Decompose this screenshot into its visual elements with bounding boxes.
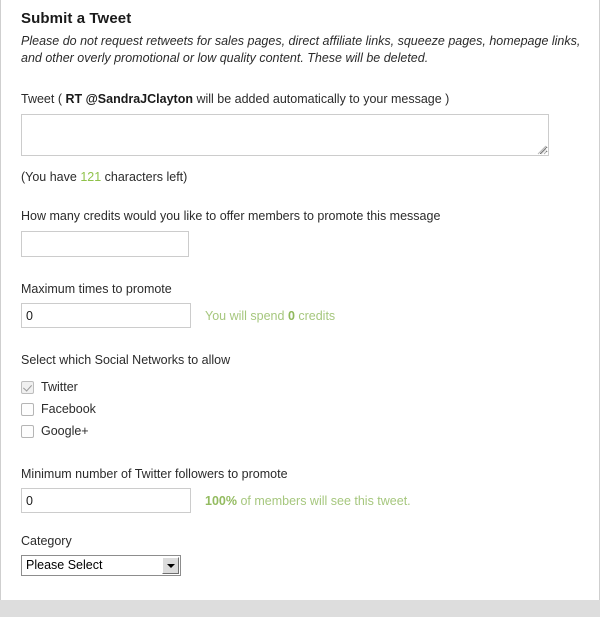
googleplus-checkbox[interactable] — [21, 424, 34, 438]
twitter-checkbox-label: Twitter — [41, 380, 78, 394]
reach-hint-suffix: of members will see this tweet. — [236, 493, 411, 508]
credits-input[interactable] — [21, 231, 189, 257]
checkbox-row-twitter[interactable]: Twitter — [21, 376, 581, 398]
facebook-checkbox[interactable] — [21, 402, 34, 416]
tweet-label-suffix: will be added automatically to your mess… — [192, 92, 450, 106]
spend-hint-suffix: credits — [294, 308, 336, 323]
tweet-label: Tweet ( RT @SandraJClayton will be added… — [21, 91, 581, 107]
checkbox-row-facebook[interactable]: Facebook — [21, 398, 581, 420]
max-times-row: You will spend 0 credits — [21, 303, 581, 328]
tweet-label-prefix: Tweet ( — [21, 92, 66, 106]
counter-prefix: (You have — [21, 170, 81, 184]
googleplus-checkbox-label: Google+ — [41, 424, 89, 438]
credits-spend-hint: You will spend 0 credits — [205, 309, 335, 323]
followers-field-group: Minimum number of Twitter followers to p… — [21, 466, 581, 513]
credits-label: How many credits would you like to offer… — [21, 209, 441, 223]
social-networks-label: Select which Social Networks to allow — [21, 353, 231, 367]
spend-hint-prefix: You will spend — [205, 308, 288, 323]
tweet-field-group: Tweet ( RT @SandraJClayton will be added… — [21, 91, 581, 184]
followers-reach-hint: 100% of members will see this tweet. — [205, 494, 411, 508]
followers-row: 100% of members will see this tweet. — [21, 488, 581, 513]
intro-text: Please do not request retweets for sales… — [21, 34, 581, 65]
checkbox-row-googleplus[interactable]: Google+ — [21, 420, 581, 442]
counter-suffix: characters left) — [101, 170, 188, 184]
chevron-down-icon[interactable] — [162, 557, 179, 574]
tweet-textarea-wrapper — [21, 114, 549, 156]
reach-percent: 100% — [205, 493, 237, 508]
facebook-checkbox-label: Facebook — [41, 402, 96, 416]
tweet-input[interactable] — [21, 114, 549, 156]
spend-hint-value: 0 — [287, 308, 295, 323]
social-networks-field-group: Select which Social Networks to allow Tw… — [21, 352, 581, 442]
social-networks-list: Twitter Facebook Google+ — [21, 376, 581, 442]
tweet-handle: RT @SandraJClayton — [65, 92, 193, 106]
followers-input[interactable] — [21, 488, 191, 513]
page-frame: Submit a Tweet Please do not request ret… — [0, 0, 600, 600]
category-field-group: Category Please Select — [21, 533, 581, 576]
bottom-spacer — [21, 576, 581, 594]
tweet-input-row — [21, 114, 581, 161]
category-select[interactable]: Please Select — [21, 555, 181, 576]
max-times-field-group: Maximum times to promote You will spend … — [21, 281, 581, 328]
category-selected-value: Please Select — [26, 558, 103, 572]
category-label: Category — [21, 534, 72, 548]
page-title: Submit a Tweet — [21, 10, 132, 27]
credits-field-group: How many credits would you like to offer… — [21, 208, 581, 257]
twitter-checkbox[interactable] — [21, 380, 34, 394]
max-times-label: Maximum times to promote — [21, 282, 172, 296]
max-times-input[interactable] — [21, 303, 191, 328]
character-counter: (You have 121 characters left) — [21, 170, 581, 184]
followers-label: Minimum number of Twitter followers to p… — [21, 467, 288, 481]
form-card: Submit a Tweet Please do not request ret… — [7, 0, 595, 600]
counter-value: 121 — [80, 170, 102, 184]
